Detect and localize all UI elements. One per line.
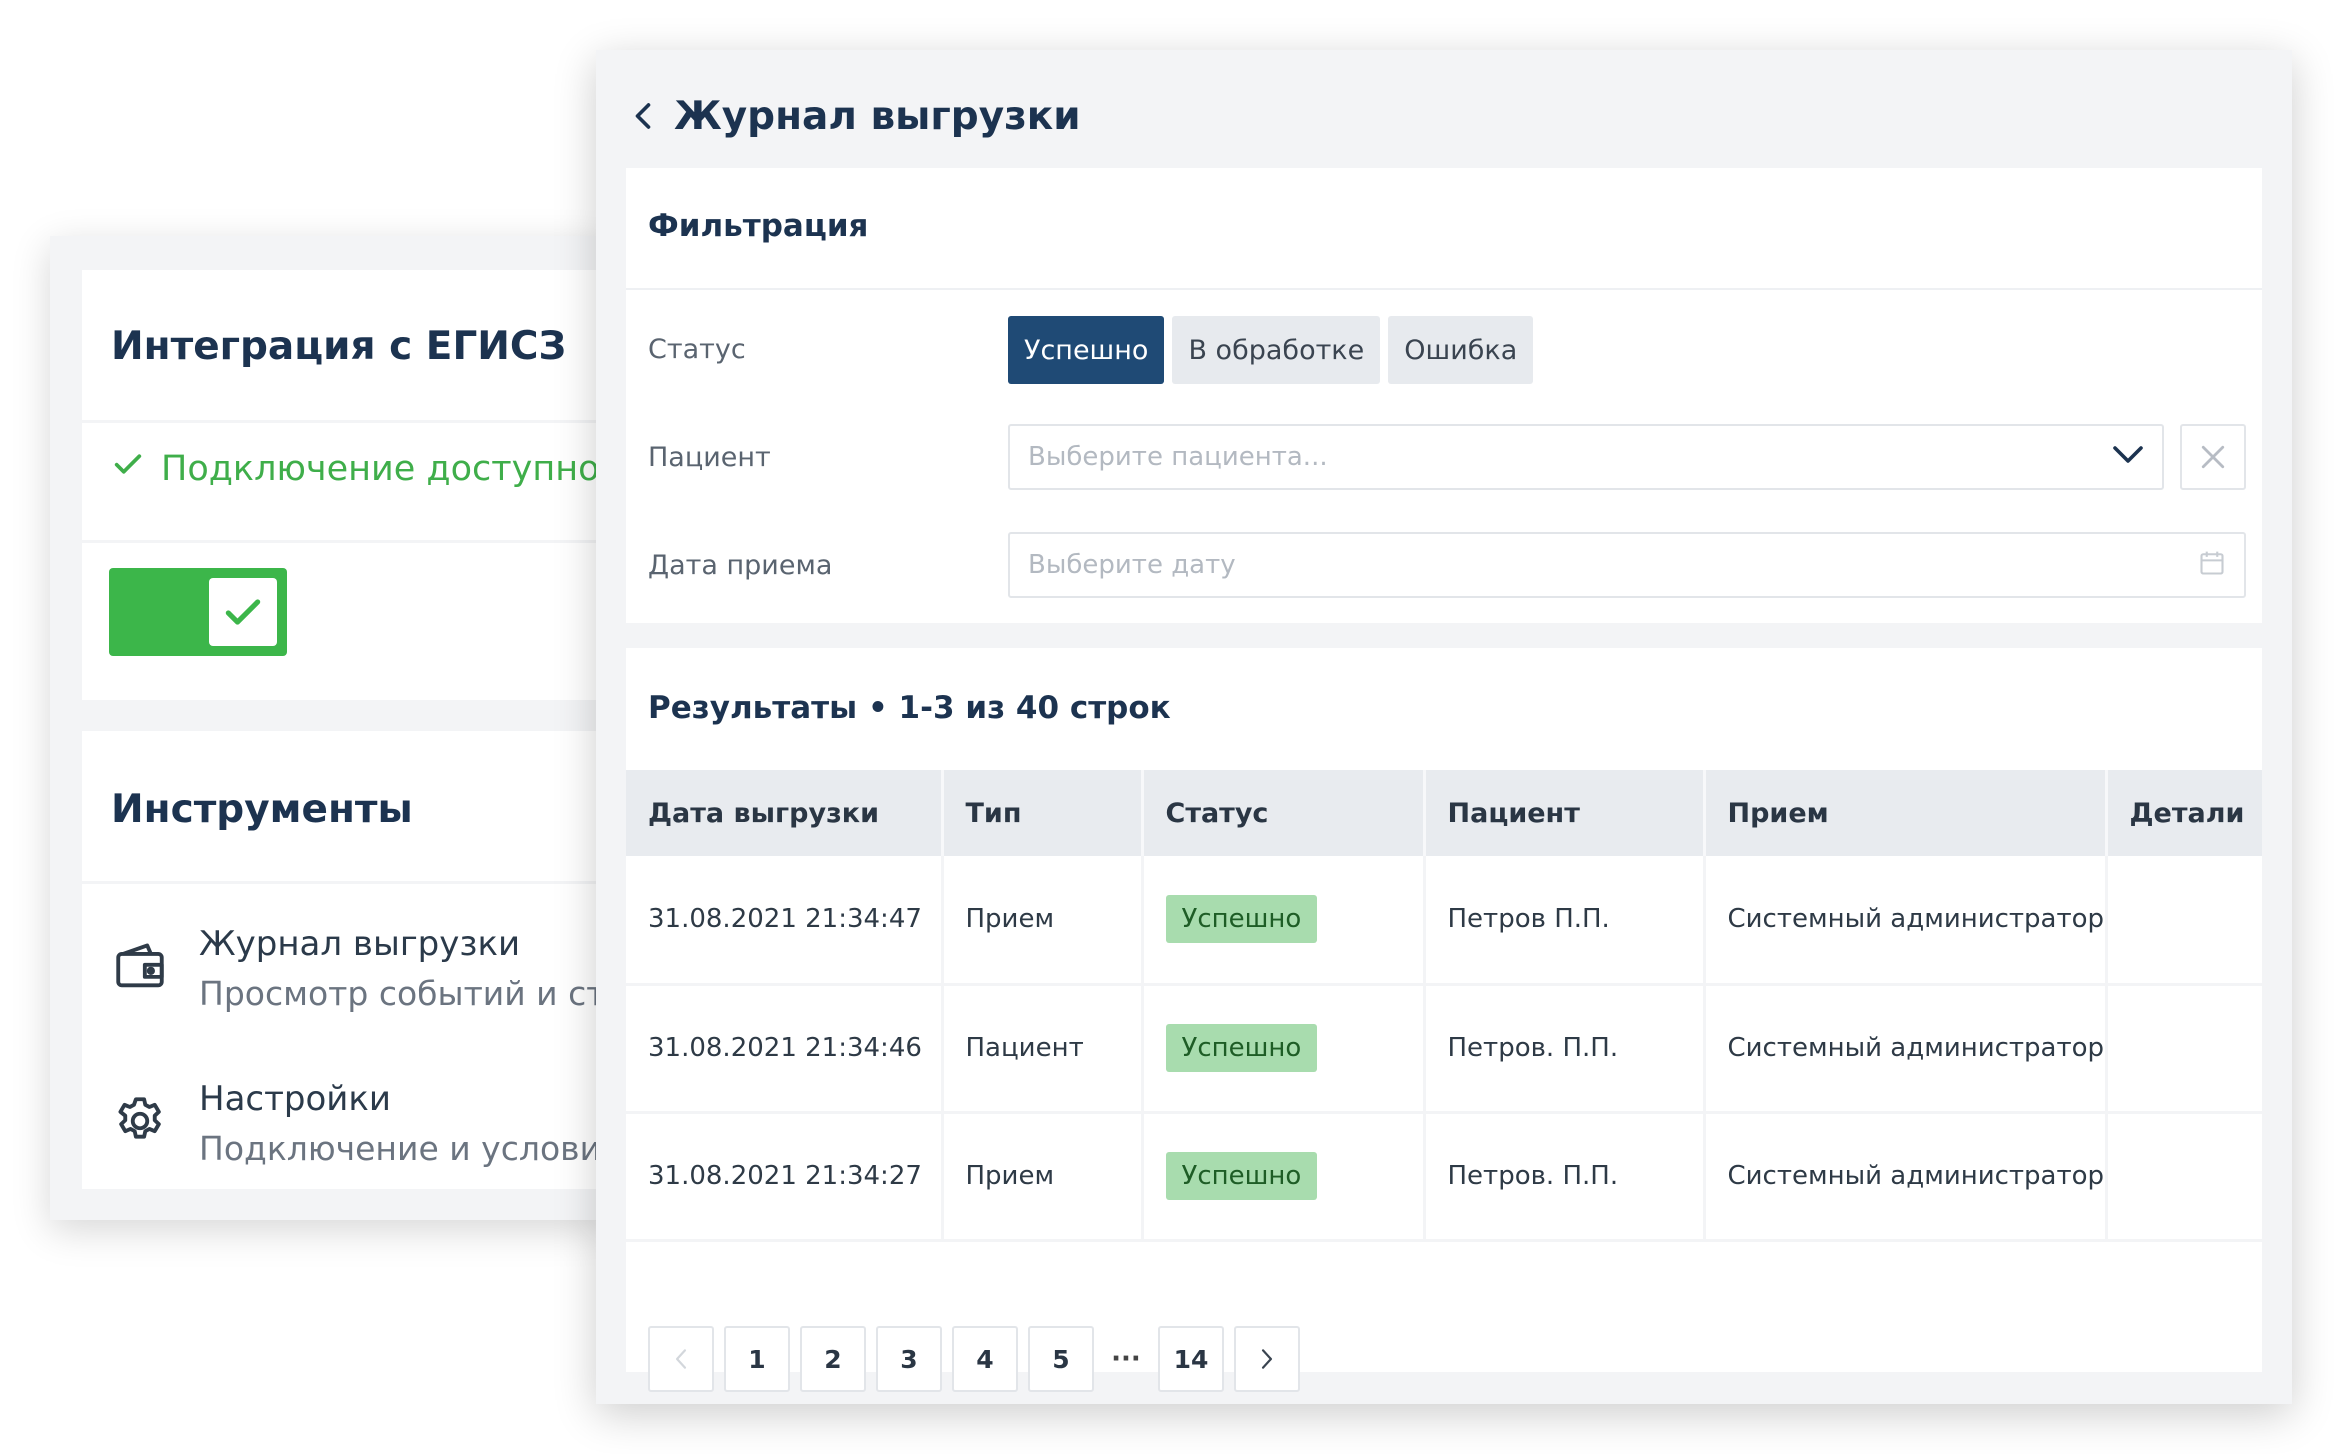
connection-status-text: Подключение доступно: [161, 448, 600, 489]
integration-card: Интеграция с ЕГИСЗ Подключение доступно: [82, 270, 610, 700]
divider: [626, 288, 2262, 290]
results-heading: Результаты • 1-3 из 40 строк: [648, 690, 1171, 726]
page-button-1[interactable]: 1: [724, 1326, 790, 1392]
cell-type: Прием: [942, 856, 1144, 986]
cell-patient: Петров. П.П.: [1424, 984, 1706, 1114]
page-button-last[interactable]: 14: [1158, 1326, 1224, 1392]
column-header-details[interactable]: Детали: [2106, 770, 2262, 856]
column-header-patient[interactable]: Пациент: [1424, 770, 1706, 856]
status-option-processing[interactable]: В обработке: [1172, 316, 1381, 384]
cell-status: Успешно: [1142, 984, 1426, 1114]
check-icon: [111, 447, 145, 490]
divider: [82, 881, 610, 884]
integration-toggle[interactable]: [109, 568, 287, 656]
status-badge: Успешно: [1165, 1024, 1318, 1072]
next-page-button[interactable]: [1234, 1326, 1300, 1392]
column-header-reception[interactable]: Прием: [1704, 770, 2108, 856]
clear-patient-button[interactable]: [2180, 424, 2246, 490]
date-placeholder: Выберите дату: [1028, 550, 1236, 580]
status-option-success[interactable]: Успешно: [1008, 316, 1165, 384]
patient-label: Пациент: [648, 442, 771, 473]
back-chevron-icon[interactable]: [632, 96, 662, 136]
connection-status: Подключение доступно: [111, 447, 600, 490]
chevron-left-icon: [675, 1349, 687, 1369]
cell-type: Пациент: [942, 984, 1144, 1114]
integration-window: Интеграция с ЕГИСЗ Подключение доступно …: [50, 236, 645, 1220]
divider: [82, 540, 610, 543]
cell-date: 31.08.2021 21:34:46: [626, 984, 944, 1114]
chevron-right-icon: [1261, 1349, 1273, 1369]
check-icon: [225, 599, 261, 625]
tools-title: Инструменты: [111, 787, 413, 832]
gear-icon: [111, 1092, 169, 1150]
tool-journal-title: Журнал выгрузки: [199, 924, 521, 964]
cell-date: 31.08.2021 21:34:27: [626, 1112, 944, 1242]
cell-details[interactable]: [2106, 1112, 2262, 1242]
tool-journal[interactable]: Журнал выгрузки Просмотр событий и стат: [111, 919, 645, 1019]
cell-reception: Системный администратор: [1704, 856, 2108, 986]
cell-type: Прием: [942, 1112, 1144, 1242]
tool-journal-subtitle: Просмотр событий и стат: [199, 974, 645, 1013]
column-header-date[interactable]: Дата выгрузки: [626, 770, 944, 856]
wallet-icon: [111, 937, 169, 995]
page-button-3[interactable]: 3: [876, 1326, 942, 1392]
pagination-ellipsis: ···: [1111, 1344, 1141, 1374]
date-input[interactable]: Выберите дату: [1008, 532, 2246, 598]
cell-details[interactable]: [2106, 984, 2262, 1114]
tool-settings[interactable]: Настройки Подключение и условия: [111, 1074, 621, 1174]
calendar-icon: [2198, 549, 2226, 581]
table-row[interactable]: 31.08.2021 21:34:46 Пациент Успешно Петр…: [626, 984, 2262, 1114]
page-button-4[interactable]: 4: [952, 1326, 1018, 1392]
results-table: Дата выгрузки Тип Статус Пациент Прием Д…: [626, 770, 2262, 1242]
status-label: Статус: [648, 334, 746, 365]
tools-card: Инструменты Журнал выгрузки Просмотр соб…: [82, 731, 645, 1189]
cell-status: Успешно: [1142, 856, 1426, 986]
integration-title: Интеграция с ЕГИСЗ: [111, 324, 567, 369]
toggle-knob: [209, 578, 277, 646]
column-header-status[interactable]: Статус: [1142, 770, 1426, 856]
cell-patient: Петров П.П.: [1424, 856, 1706, 986]
cell-reception: Системный администратор: [1704, 1112, 2108, 1242]
pagination: 1 2 3 4 5 ··· 14: [648, 1326, 1300, 1392]
divider: [82, 420, 610, 423]
table-row[interactable]: 31.08.2021 21:34:47 Прием Успешно Петров…: [626, 856, 2262, 986]
cell-patient: Петров. П.П.: [1424, 1112, 1706, 1242]
table-row[interactable]: 31.08.2021 21:34:27 Прием Успешно Петров…: [626, 1112, 2262, 1242]
filter-panel: Фильтрация Статус Успешно В обработке Ош…: [626, 168, 2262, 623]
status-badge: Успешно: [1165, 895, 1318, 944]
cell-status: Успешно: [1142, 1112, 1426, 1242]
prev-page-button[interactable]: [648, 1326, 714, 1392]
cell-details[interactable]: [2106, 856, 2262, 986]
patient-select[interactable]: Выберите пациента...: [1008, 424, 2164, 490]
tool-settings-title: Настройки: [199, 1079, 392, 1119]
journal-window: Журнал выгрузки Фильтрация Статус Успешн…: [596, 50, 2292, 1404]
status-option-error[interactable]: Ошибка: [1388, 316, 1534, 384]
table-header-row: Дата выгрузки Тип Статус Пациент Прием Д…: [626, 770, 2262, 856]
column-header-type[interactable]: Тип: [942, 770, 1144, 856]
status-segmented-control: Успешно В обработке Ошибка: [1008, 316, 1534, 384]
status-badge: Успешно: [1165, 1152, 1318, 1200]
close-icon: [2201, 445, 2225, 469]
page-title: Журнал выгрузки: [674, 93, 1081, 139]
tool-settings-subtitle: Подключение и условия: [199, 1129, 621, 1168]
results-panel: Результаты • 1-3 из 40 строк Дата выгруз…: [626, 648, 2262, 1392]
app-stage: Интеграция с ЕГИСЗ Подключение доступно …: [0, 0, 2342, 1454]
chevron-down-icon: [2112, 445, 2144, 469]
page-button-2[interactable]: 2: [800, 1326, 866, 1392]
patient-placeholder: Выберите пациента...: [1028, 442, 1328, 472]
date-label: Дата приема: [648, 550, 833, 581]
filter-heading: Фильтрация: [648, 208, 869, 244]
cell-date: 31.08.2021 21:34:47: [626, 856, 944, 986]
page-button-5[interactable]: 5: [1028, 1326, 1094, 1392]
cell-reception: Системный администратор: [1704, 984, 2108, 1114]
page-header: Журнал выгрузки: [632, 76, 1081, 156]
